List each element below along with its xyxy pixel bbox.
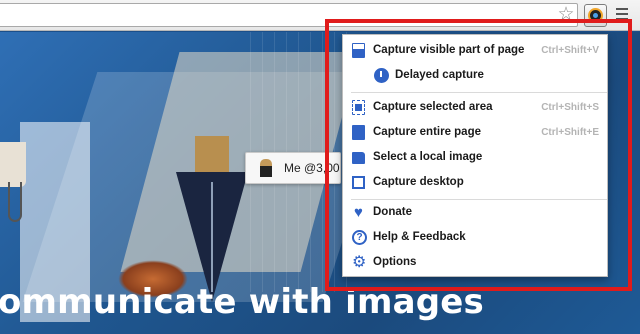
menu-item-label: Capture visible part of page [373,44,525,56]
menu-item-local-image[interactable]: Select a local image [343,146,607,170]
doctor-illustration [0,142,26,187]
stethoscope-illustration [8,182,22,222]
medal-ribbon-illustration [195,136,229,176]
menu-item-label: Select a local image [373,151,483,163]
menu-item-label: Delayed capture [395,69,484,81]
menu-item-capture-visible[interactable]: Capture visible part of page Ctrl+Shift+… [343,39,607,63]
extension-dropdown-menu: Capture visible part of page Ctrl+Shift+… [342,34,608,277]
menu-item-label: Capture selected area [373,101,493,113]
page-half-icon [352,43,365,58]
menu-item-donate[interactable]: ♥ Donate [343,201,607,225]
menu-item-capture-selected[interactable]: Capture selected area Ctrl+Shift+S [343,96,607,120]
clock-icon [374,68,389,83]
menu-item-shortcut: Ctrl+Shift+E [541,127,599,138]
menu-item-capture-desktop[interactable]: Capture desktop [343,171,607,195]
menu-item-help-feedback[interactable]: ? Help & Feedback [343,226,607,250]
folder-icon [352,152,365,164]
menu-item-label: Donate [373,206,412,218]
heart-dollar-icon: ♥ [354,204,363,221]
menu-item-shortcut: Ctrl+Shift+S [541,102,599,113]
gear-icon: ⚙ [352,254,367,271]
menu-item-capture-entire[interactable]: Capture entire page Ctrl+Shift+E [343,121,607,145]
menu-item-options[interactable]: ⚙ Options [343,251,607,275]
desktop-icon [352,176,365,189]
menu-item-shortcut: Ctrl+Shift+V [541,45,599,56]
menu-item-label: Options [373,256,417,268]
menu-item-delayed-capture[interactable]: Delayed capture [343,64,607,88]
menu-item-label: Help & Feedback [373,231,466,243]
menu-separator [351,92,607,93]
page-icon [352,125,365,140]
tie-stitch [211,182,213,292]
help-icon: ? [352,230,367,245]
menu-item-label: Capture entire page [373,126,481,138]
menu-item-label: Capture desktop [373,176,464,188]
menu-separator [351,199,607,200]
selection-icon [352,100,365,115]
avatar [260,159,272,177]
